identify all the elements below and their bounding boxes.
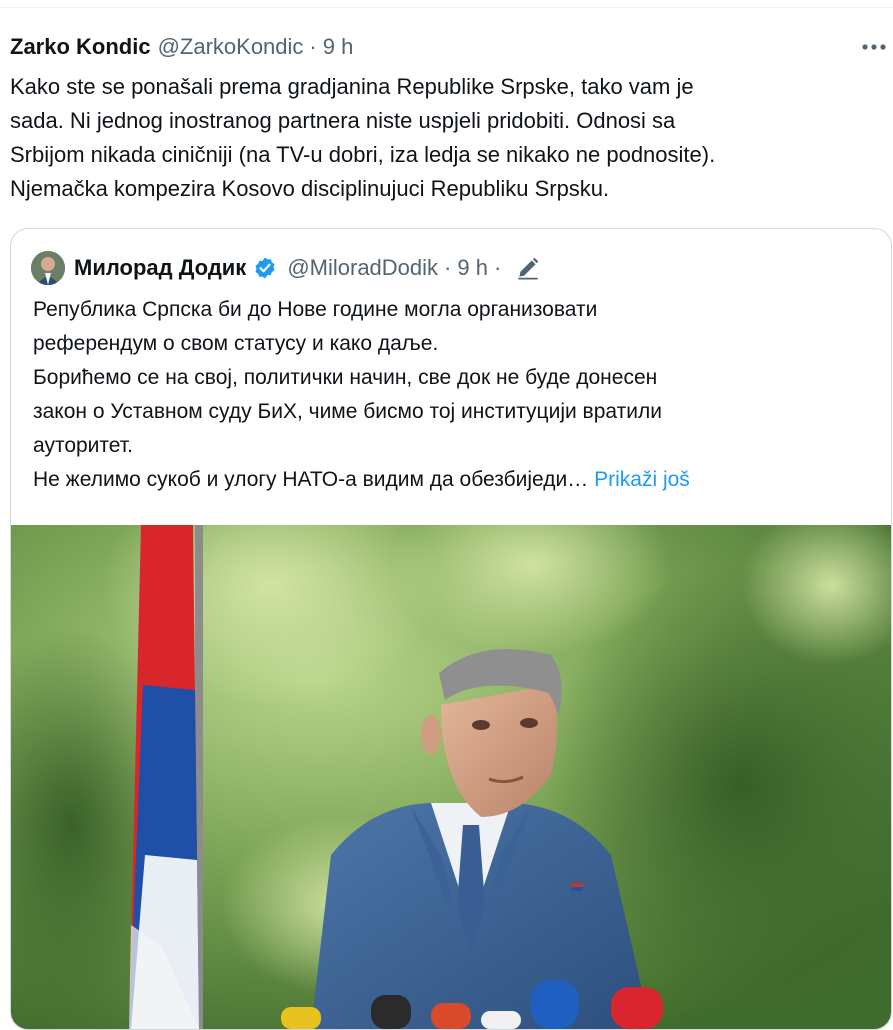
tweet-text-line: Kako ste se ponašali prema gradjanina Re…	[10, 74, 694, 99]
avatar[interactable]	[31, 251, 65, 285]
show-more-link[interactable]: Prikaži još	[594, 468, 690, 491]
separator-dot: ·	[444, 255, 452, 280]
quoted-tweet-photo[interactable]	[11, 525, 891, 1029]
quoted-tweet-header: Милорад Додик @MiloradDodik · 9 h ·	[31, 251, 541, 285]
quoted-text-truncated: Не желимо сукоб и улогу НАТО-а видим да …	[33, 468, 589, 491]
quoted-text-line: Борићемо се на свој, политички начин, св…	[33, 366, 658, 389]
top-divider	[0, 7, 893, 8]
press-conference-photo	[11, 525, 891, 1029]
quoted-text-line: референдум о свом статусу и како даље.	[33, 332, 439, 355]
tweet-timestamp[interactable]: 9 h	[323, 34, 354, 60]
quoted-text-line-last: Не желимо сукоб и улогу НАТО-а видим да …	[33, 463, 873, 497]
tweet-header: Zarko Kondic @ZarkoKondic · 9 h	[10, 34, 353, 64]
quoted-timestamp[interactable]: 9 h	[457, 255, 488, 281]
quoted-text-line: закон о Уставном суду БиХ, чиме бисмо то…	[33, 400, 662, 423]
tweet-text-line: Srbijom nikada ciničniji (na TV-u dobri,…	[10, 142, 716, 167]
quoted-text-line: ауторитет.	[33, 434, 133, 457]
author-handle[interactable]: @ZarkoKondic	[158, 34, 304, 60]
quoted-text-line: Република Српска би до Нове године могла…	[33, 298, 598, 321]
tweet-text-line: sada. Ni jednog inostranog partnera nist…	[10, 108, 676, 133]
separator-dot: ·	[493, 255, 502, 280]
ellipsis-icon	[862, 44, 886, 50]
tweet-text: Kako ste se ponašali prema gradjanina Re…	[10, 70, 880, 206]
quoted-tweet-card[interactable]: Милорад Додик @MiloradDodik · 9 h · Репу…	[10, 228, 892, 1030]
separator-dot: ·	[309, 34, 317, 59]
tweet-text-line: Njemačka kompezira Kosovo disciplinujuci…	[10, 176, 610, 201]
quoted-author-handle[interactable]: @MiloradDodik	[287, 255, 438, 281]
verified-badge-icon	[255, 257, 275, 279]
more-options-button[interactable]	[859, 34, 889, 60]
quoted-author-name[interactable]: Милорад Додик	[74, 255, 246, 281]
quoted-tweet-text: Република Српска би до Нове године могла…	[33, 293, 873, 497]
author-name[interactable]: Zarko Kondic	[10, 34, 151, 60]
edited-pencil-icon[interactable]	[515, 255, 541, 281]
